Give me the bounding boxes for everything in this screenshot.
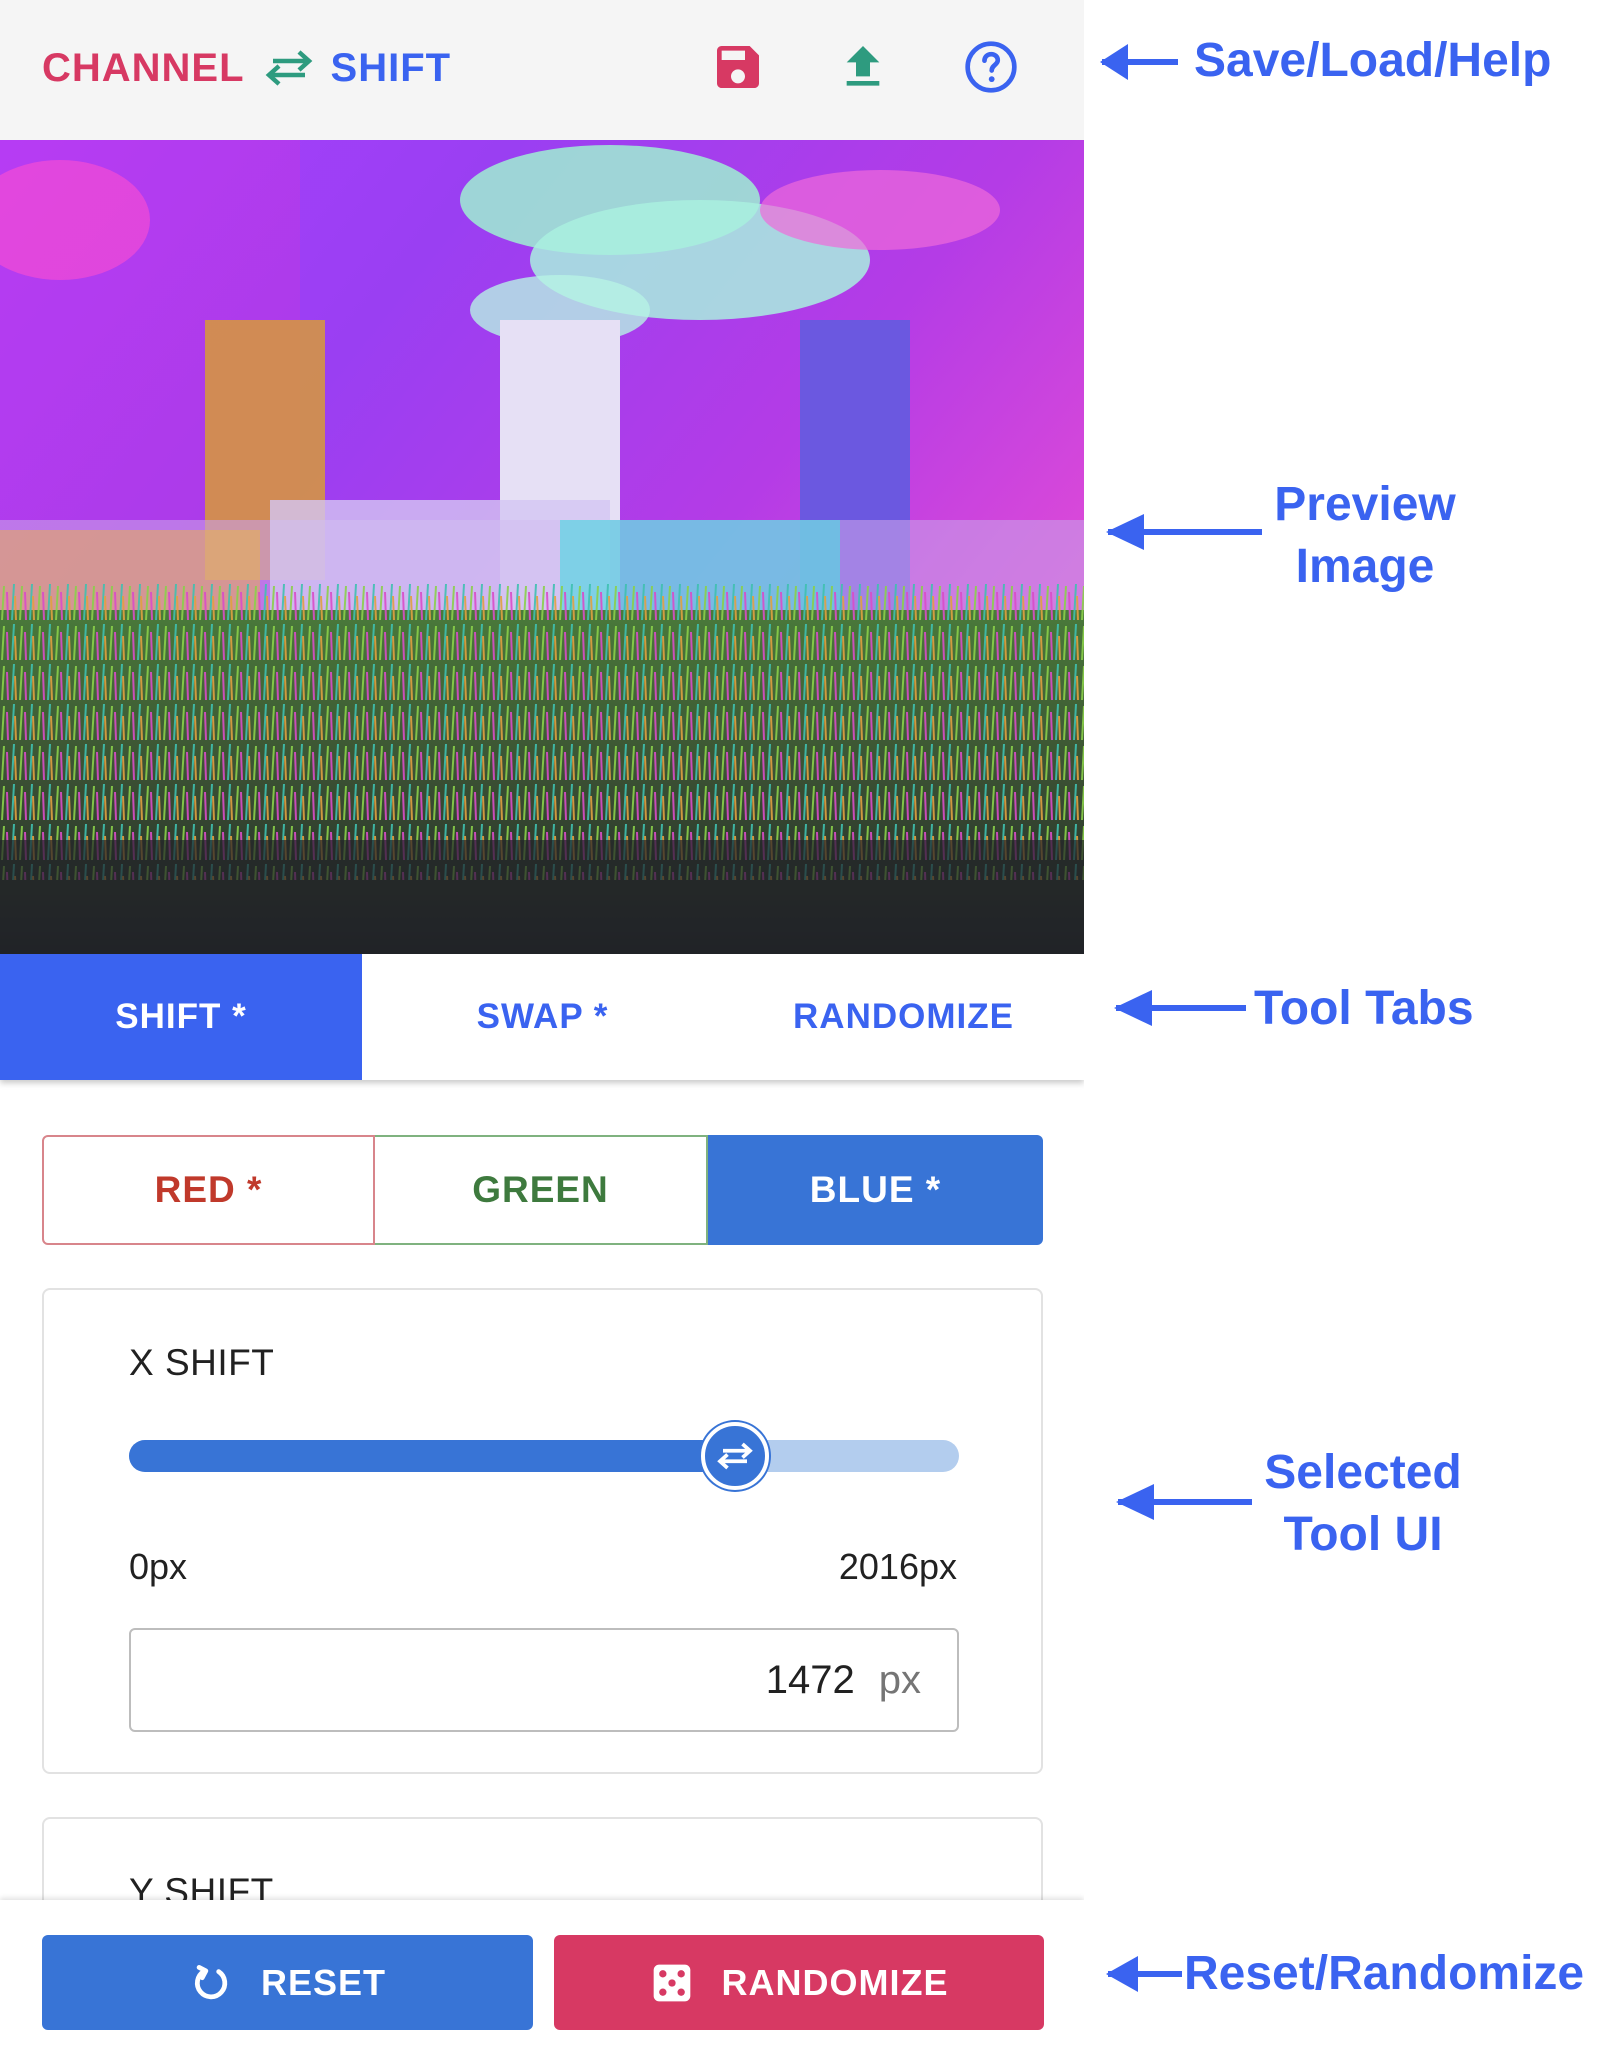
x-shift-card: X SHIFT 0px 2016px 1472 px	[42, 1288, 1043, 1774]
randomize-button[interactable]: RANDOMIZE	[554, 1935, 1044, 2030]
save-button[interactable]	[707, 36, 769, 98]
x-shift-min-label: 0px	[129, 1546, 188, 1587]
help-button[interactable]	[960, 36, 1022, 98]
swap-arrows-icon	[717, 1442, 753, 1470]
arrow-left-icon	[1100, 44, 1178, 80]
load-button[interactable]	[832, 36, 894, 98]
x-shift-input[interactable]: 1472 px	[129, 1628, 959, 1732]
dice-icon	[653, 1964, 690, 2001]
arrow-left-icon	[1106, 1956, 1182, 1992]
channel-green-label: GREEN	[472, 1169, 609, 1210]
channel-selector: RED * GREEN BLUE *	[42, 1135, 1043, 1245]
annotation-tool-tabs: Tool Tabs	[1254, 982, 1474, 1035]
x-shift-max-label: 2016px	[838, 1546, 957, 1587]
x-shift-slider[interactable]	[129, 1422, 959, 1490]
tab-shift-label: SHIFT *	[115, 997, 247, 1036]
channel-blue-button[interactable]: BLUE *	[708, 1135, 1043, 1245]
annotation-preview-line1: Preview	[1274, 478, 1456, 531]
annotation-preview-line2: Image	[1295, 540, 1435, 593]
app-title-shift: SHIFT	[330, 45, 452, 90]
reset-icon	[194, 1964, 228, 1999]
annotation-save-load-help: Save/Load/Help	[1194, 34, 1552, 87]
x-shift-input-value: 1472	[765, 1657, 855, 1702]
tool-tabs: SHIFT * SWAP * RANDOMIZE	[0, 954, 1084, 1080]
bottom-action-bar: RESET RANDOMIZE	[0, 1900, 1084, 2047]
x-shift-input-unit: px	[878, 1657, 921, 1702]
app-panel: CHANNEL SHIFT SHIFT * SWAP * RANDOMIZE R…	[0, 0, 1084, 2047]
channel-green-button[interactable]: GREEN	[375, 1135, 708, 1245]
x-shift-title: X SHIFT	[129, 1342, 275, 1383]
annotation-reset-randomize: Reset/Randomize	[1184, 1947, 1585, 2000]
upload-icon	[846, 46, 880, 86]
app-title: CHANNEL SHIFT	[42, 43, 451, 93]
tab-randomize-label: RANDOMIZE	[793, 997, 1014, 1036]
reset-button[interactable]: RESET	[42, 1935, 533, 2030]
preview-image	[0, 140, 1084, 954]
reset-button-label: RESET	[260, 1961, 387, 2003]
annotation-selected-line2: Tool UI	[1283, 1508, 1443, 1561]
tab-swap[interactable]: SWAP *	[362, 954, 723, 1080]
channel-blue-label: BLUE *	[809, 1169, 942, 1210]
swap-arrows-icon	[265, 50, 312, 86]
help-circle-icon	[965, 41, 1017, 93]
tab-swap-label: SWAP *	[476, 997, 609, 1036]
arrow-left-icon	[1114, 990, 1246, 1026]
app-title-channel: CHANNEL	[42, 45, 245, 90]
annotation-selected-tool-ui: Selected Tool UI	[1258, 1442, 1468, 1566]
tab-randomize[interactable]: RANDOMIZE	[723, 954, 1084, 1080]
x-shift-slider-thumb[interactable]	[701, 1422, 770, 1490]
x-shift-slider-fill	[129, 1440, 736, 1472]
channel-red-button[interactable]: RED *	[42, 1135, 375, 1245]
channel-red-label: RED *	[154, 1169, 263, 1210]
annotation-preview-image: Preview Image	[1270, 474, 1460, 598]
tab-shift[interactable]: SHIFT *	[0, 954, 362, 1080]
randomize-button-label: RANDOMIZE	[721, 1961, 949, 2003]
arrow-left-icon	[1116, 1484, 1252, 1520]
floppy-disk-icon	[717, 46, 759, 88]
app-header: CHANNEL SHIFT	[0, 0, 1084, 140]
arrow-left-icon	[1106, 514, 1262, 550]
annotation-selected-line1: Selected	[1264, 1446, 1462, 1499]
